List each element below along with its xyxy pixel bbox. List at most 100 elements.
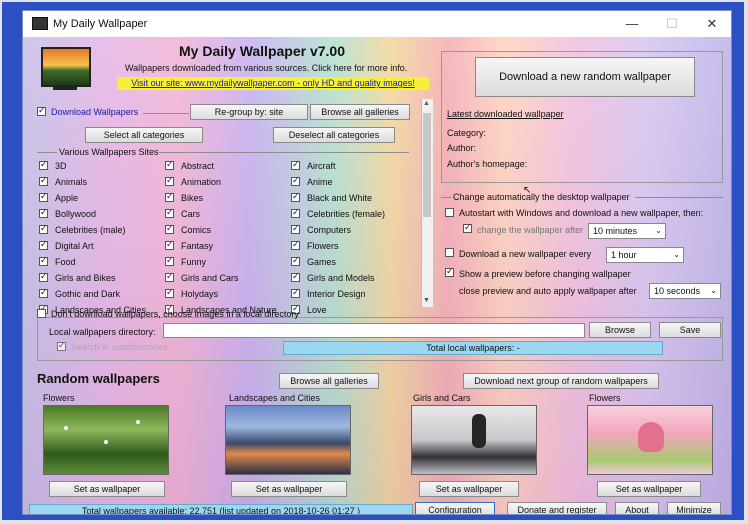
download-random-wallpaper-button[interactable]: Download a new random wallpaper [475,57,695,97]
category-checkbox[interactable] [291,159,300,170]
close-preview-value: 10 seconds [654,286,701,296]
category-checkbox[interactable] [165,159,174,170]
category-checkbox[interactable] [39,239,48,250]
set-wallpaper-button-2[interactable]: Set as wallpaper [231,481,347,497]
category-checkbox[interactable] [291,255,300,266]
donate-register-button[interactable]: Donate and register [507,502,607,514]
category-checkbox[interactable] [165,239,174,250]
minimize-window-button[interactable]: — [617,15,647,33]
category-label: Digital Art [55,241,94,251]
category-label: Interior Design [307,289,366,299]
close-preview-select[interactable]: 10 seconds ⌄ [649,283,721,299]
show-preview-label: Show a preview before changing wallpaper [459,269,631,279]
category-checkbox[interactable] [165,207,174,218]
category-checkbox[interactable] [165,223,174,234]
category-label: Celebrities (female) [307,209,386,219]
category-checkbox[interactable] [165,271,174,282]
dont-download-checkbox[interactable] [37,309,46,318]
category-scrollbar[interactable]: ▲ ▼ [421,99,433,307]
category-checkbox[interactable] [39,191,48,202]
site-banner-link[interactable]: Visit our site: www.mydailywallpaper.com… [117,77,429,90]
category-checkbox[interactable] [39,271,48,282]
set-wallpaper-button-1[interactable]: Set as wallpaper [49,481,165,497]
latest-downloaded-label[interactable]: Latest downloaded wallpaper [447,109,564,119]
set-wallpaper-button-3[interactable]: Set as wallpaper [419,481,519,497]
set-wallpaper-button-4[interactable]: Set as wallpaper [597,481,701,497]
city-thumbnail[interactable] [225,405,351,475]
category-label: Girls and Bikes [55,273,116,283]
category-checkbox[interactable] [291,191,300,202]
close-window-button[interactable]: ✕ [697,15,727,33]
autostart-label: Autostart with Windows and download a ne… [459,208,704,218]
category-checkbox[interactable] [39,255,48,266]
scroll-thumb[interactable] [423,113,431,217]
category-checkbox[interactable] [291,223,300,234]
category-checkbox[interactable] [165,287,174,298]
category-checkbox[interactable] [165,255,174,266]
scroll-down-icon[interactable]: ▼ [423,297,430,304]
change-after-checkbox[interactable] [463,222,472,233]
category-checkbox[interactable] [291,207,300,218]
change-after-value: 10 minutes [593,226,638,236]
car-thumbnail[interactable] [411,405,537,475]
category-label: Aircraft [307,161,336,171]
category-label: Computers [307,225,352,235]
about-button[interactable]: About [615,502,659,514]
category-label: Holydays [181,289,219,299]
tulip-thumbnail[interactable] [587,405,713,475]
category-checkbox[interactable] [39,287,48,298]
random-browse-all-button[interactable]: Browse all galleries [279,373,379,389]
category-checkbox[interactable] [39,223,48,234]
category-checkbox[interactable] [39,175,48,186]
group-divider [441,197,451,198]
scroll-up-icon[interactable]: ▲ [423,100,430,107]
category-checkbox[interactable] [39,159,48,170]
category-label: Bikes [181,193,204,203]
change-after-select[interactable]: 10 minutes ⌄ [588,223,666,239]
deselect-all-categories-button[interactable]: Deselect all categories [273,127,395,143]
group-divider [159,152,409,153]
category-label: Apple [55,193,79,203]
category-checkbox[interactable] [291,239,300,250]
window-title: My Daily Wallpaper [53,18,148,30]
autostart-checkbox[interactable] [445,208,454,217]
minimize-button[interactable]: Minimize [667,502,721,514]
download-wallpapers-checkbox[interactable] [37,105,46,116]
category-checkbox[interactable] [165,191,174,202]
search-subdirs-label: Search in subdirectories [71,342,168,352]
subtitle-link[interactable]: Wallpapers downloaded from various sourc… [125,63,407,73]
flowers-thumbnail[interactable] [43,405,169,475]
local-directory-input[interactable] [163,323,585,338]
category-checkbox[interactable] [165,175,174,186]
configuration-button[interactable]: Configuration [415,502,495,514]
show-preview-checkbox[interactable] [445,266,454,277]
save-button[interactable]: Save [659,322,721,338]
category-label: Gothic and Dark [55,289,121,299]
category-label: Category: [447,128,487,138]
next-random-group-button[interactable]: Download next group of random wallpapers [463,373,659,389]
browse-all-galleries-button[interactable]: Browse all galleries [310,104,410,120]
category-label: Funny [181,257,207,267]
change-after-label: change the wallpaper after [477,225,584,235]
category-label: Abstract [181,161,215,171]
download-every-checkbox[interactable] [445,248,454,257]
select-all-categories-button[interactable]: Select all categories [85,127,203,143]
category-label: 3D [55,161,67,171]
category-checkbox[interactable] [39,207,48,218]
maximize-window-button[interactable]: ☐ [657,15,687,33]
regroup-button[interactable]: Re-group by: site [190,104,308,120]
category-label: Animation [181,177,222,187]
app-monitor-icon [32,17,48,30]
random-caption-4: Flowers [589,393,621,403]
search-subdirs-checkbox[interactable] [57,340,66,351]
category-checkbox[interactable] [291,175,300,186]
category-label: Anime [307,177,333,187]
group-divider [37,152,57,153]
category-label: Love [307,305,327,315]
category-checkbox[interactable] [291,271,300,282]
category-checkbox[interactable] [291,287,300,298]
sites-group-title: Various Wallpapers Sites [59,147,159,157]
author-label: Author: [447,143,477,153]
download-every-select[interactable]: 1 hour ⌄ [606,247,684,263]
browse-button[interactable]: Browse [589,322,651,338]
